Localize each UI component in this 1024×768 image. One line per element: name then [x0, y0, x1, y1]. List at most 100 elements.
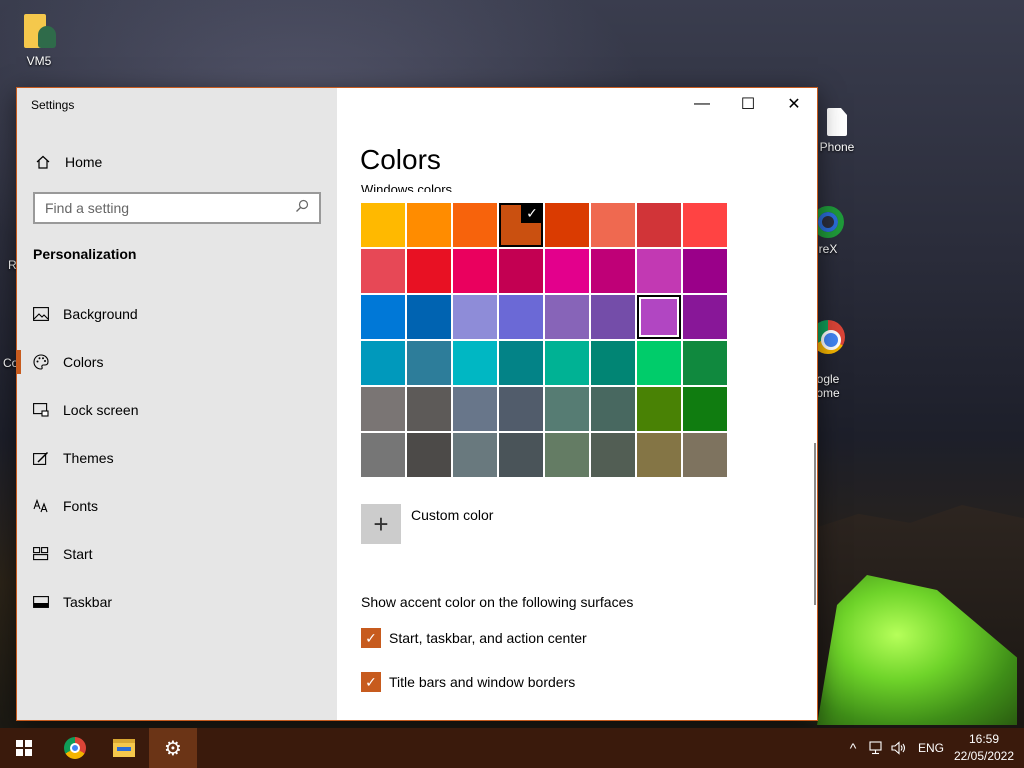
color-swatch[interactable]: [407, 387, 451, 431]
image-icon: [33, 306, 49, 322]
color-swatch[interactable]: [545, 387, 589, 431]
color-swatch[interactable]: [637, 387, 681, 431]
color-swatch[interactable]: [407, 433, 451, 477]
color-swatch[interactable]: [361, 295, 405, 339]
color-swatch[interactable]: [545, 249, 589, 293]
language-indicator[interactable]: ENG: [918, 741, 944, 755]
color-swatch[interactable]: [453, 387, 497, 431]
color-swatch[interactable]: [683, 433, 727, 477]
color-swatch[interactable]: [361, 203, 405, 247]
checkbox-checked-icon[interactable]: ✓: [361, 628, 381, 648]
taskbar-file-explorer[interactable]: [100, 728, 148, 768]
color-swatch[interactable]: [591, 341, 635, 385]
taskbar-clock[interactable]: 16:59 22/05/2022: [950, 731, 1018, 765]
search-icon[interactable]: [295, 199, 309, 218]
color-swatch[interactable]: [683, 387, 727, 431]
color-swatch[interactable]: [361, 341, 405, 385]
desktop-icon-phone[interactable]: Phone: [812, 108, 862, 154]
desktop-icon-vm5[interactable]: VM5: [10, 10, 68, 68]
checkbox-label: Title bars and window borders: [389, 674, 576, 690]
checkbox-start-taskbar[interactable]: ✓ Start, taskbar, and action center: [361, 628, 587, 648]
taskbar-chrome[interactable]: [51, 728, 99, 768]
custom-color-button[interactable]: +: [361, 504, 401, 544]
search-box[interactable]: [33, 192, 321, 224]
color-swatch[interactable]: [637, 249, 681, 293]
color-swatch[interactable]: [361, 249, 405, 293]
content-scrollbar[interactable]: [814, 443, 816, 605]
color-swatch[interactable]: [453, 341, 497, 385]
color-swatch[interactable]: [453, 203, 497, 247]
color-swatch[interactable]: [545, 341, 589, 385]
sidebar-item-themes[interactable]: Themes: [17, 438, 337, 478]
start-button[interactable]: [0, 728, 48, 768]
color-swatch[interactable]: [499, 295, 543, 339]
checkbox-title-bars[interactable]: ✓ Title bars and window borders: [361, 672, 575, 692]
minimize-button[interactable]: —: [679, 88, 725, 120]
section-heading: Personalization: [33, 246, 137, 262]
taskbar-settings[interactable]: ⚙: [149, 728, 197, 768]
checkbox-checked-icon[interactable]: ✓: [361, 672, 381, 692]
taskbar: ⚙ ^ ENG 16:59 22/05/2022: [0, 728, 1024, 768]
themes-icon: [33, 450, 49, 466]
windows-logo-icon: [16, 740, 32, 756]
color-swatch[interactable]: [407, 295, 451, 339]
close-button[interactable]: ✕: [771, 88, 817, 120]
color-swatch[interactable]: [453, 295, 497, 339]
color-swatch[interactable]: [683, 341, 727, 385]
sidebar-item-background[interactable]: Background: [17, 294, 337, 334]
color-swatch-grid: [361, 203, 727, 477]
color-swatch[interactable]: [499, 341, 543, 385]
file-icon: [827, 108, 847, 136]
color-swatch[interactable]: [683, 203, 727, 247]
color-swatch[interactable]: [683, 295, 727, 339]
chrome-icon: [64, 737, 86, 759]
sidebar-item-label: Colors: [63, 354, 104, 370]
sidebar-item-label: Taskbar: [63, 594, 113, 610]
desktop-icon-label: reX: [818, 242, 838, 256]
color-swatch[interactable]: [499, 203, 543, 247]
color-swatch[interactable]: [591, 249, 635, 293]
color-swatch[interactable]: [591, 203, 635, 247]
color-swatch[interactable]: [545, 295, 589, 339]
checkbox-label: Start, taskbar, and action center: [389, 630, 587, 646]
color-swatch[interactable]: [453, 433, 497, 477]
volume-icon[interactable]: [888, 741, 910, 755]
network-icon[interactable]: [866, 741, 888, 755]
color-swatch[interactable]: [361, 387, 405, 431]
sidebar-home[interactable]: Home: [17, 146, 337, 178]
color-swatch[interactable]: [591, 295, 635, 339]
color-swatch[interactable]: [499, 433, 543, 477]
color-swatch[interactable]: [637, 203, 681, 247]
color-swatch[interactable]: [407, 341, 451, 385]
sidebar-item-taskbar[interactable]: Taskbar: [17, 582, 337, 622]
color-swatch[interactable]: [407, 249, 451, 293]
sidebar-home-label: Home: [65, 154, 103, 170]
maximize-button[interactable]: ☐: [725, 88, 771, 120]
color-swatch[interactable]: [637, 433, 681, 477]
sidebar-item-start[interactable]: Start: [17, 534, 337, 574]
chevron-up-icon[interactable]: ^: [844, 740, 862, 756]
color-swatch[interactable]: [545, 203, 589, 247]
color-swatch[interactable]: [591, 433, 635, 477]
sidebar-item-fonts[interactable]: Fonts: [17, 486, 337, 526]
color-swatch[interactable]: [407, 203, 451, 247]
color-swatch[interactable]: [545, 433, 589, 477]
color-swatch[interactable]: [361, 433, 405, 477]
color-swatch[interactable]: [637, 295, 681, 339]
color-swatch[interactable]: [499, 387, 543, 431]
custom-color-label[interactable]: Custom color: [411, 507, 493, 523]
color-swatch[interactable]: [453, 249, 497, 293]
color-swatch[interactable]: [499, 249, 543, 293]
color-swatch[interactable]: [683, 249, 727, 293]
color-swatch[interactable]: [591, 387, 635, 431]
window-controls: — ☐ ✕: [679, 88, 817, 120]
desktop-icon-label: ogle ome: [816, 372, 840, 400]
color-swatch[interactable]: [637, 341, 681, 385]
user-folder-icon: [22, 10, 56, 50]
sidebar-item-lock-screen[interactable]: Lock screen: [17, 390, 337, 430]
sidebar-item-label: Themes: [63, 450, 114, 466]
home-icon: [35, 154, 51, 170]
search-input[interactable]: [45, 200, 275, 216]
sidebar-item-colors[interactable]: Colors: [17, 342, 337, 382]
gear-icon: ⚙: [164, 737, 182, 760]
